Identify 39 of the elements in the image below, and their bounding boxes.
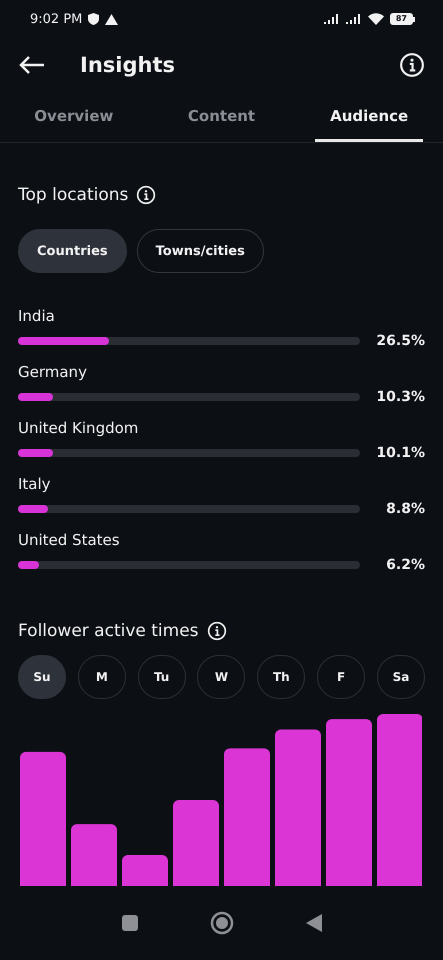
back-icon[interactable] <box>306 914 322 932</box>
status-time: 9:02 PM <box>30 12 82 26</box>
day-chip[interactable]: Tu <box>138 655 186 699</box>
back-button[interactable] <box>18 55 46 75</box>
signal-icon <box>324 14 340 24</box>
location-name: India <box>18 307 56 325</box>
percentage: 6.2% <box>386 557 425 573</box>
recent-apps-icon[interactable] <box>122 915 138 931</box>
info-icon[interactable] <box>136 185 156 205</box>
warning-icon <box>105 14 118 24</box>
tab[interactable]: Content <box>168 92 276 142</box>
shield-icon <box>88 13 100 25</box>
section-title: Top locations <box>18 185 128 205</box>
location-name: Italy <box>18 475 52 493</box>
tab[interactable]: Audience <box>315 92 424 142</box>
percentage: 10.3% <box>376 389 425 405</box>
info-icon[interactable] <box>206 621 227 641</box>
location-name: United States <box>18 531 121 549</box>
location-name: Germany <box>18 363 88 381</box>
filter-chip[interactable]: Towns/cities <box>136 229 264 273</box>
day-chip[interactable]: M <box>78 655 126 699</box>
battery-icon: 87 <box>390 13 415 25</box>
home-icon[interactable] <box>210 911 234 935</box>
filter-chip[interactable]: Countries <box>18 229 127 273</box>
day-chip[interactable]: F <box>317 655 366 699</box>
day-chip[interactable]: Su <box>18 655 66 699</box>
wifi-icon <box>368 13 384 25</box>
day-chip[interactable]: W <box>197 655 246 699</box>
percentage: 26.5% <box>376 333 425 349</box>
percentage: 8.8% <box>386 501 425 517</box>
percentage: 10.1% <box>376 445 425 461</box>
tab[interactable]: Overview <box>20 92 128 142</box>
day-chip[interactable]: Sa <box>376 655 425 699</box>
location-name: United Kingdom <box>18 419 140 437</box>
day-chip[interactable]: Th <box>257 655 306 699</box>
signal-icon <box>346 14 362 24</box>
page-title: Insights <box>80 53 176 77</box>
section-title: Follower active times <box>18 621 199 641</box>
info-icon[interactable] <box>399 52 425 78</box>
